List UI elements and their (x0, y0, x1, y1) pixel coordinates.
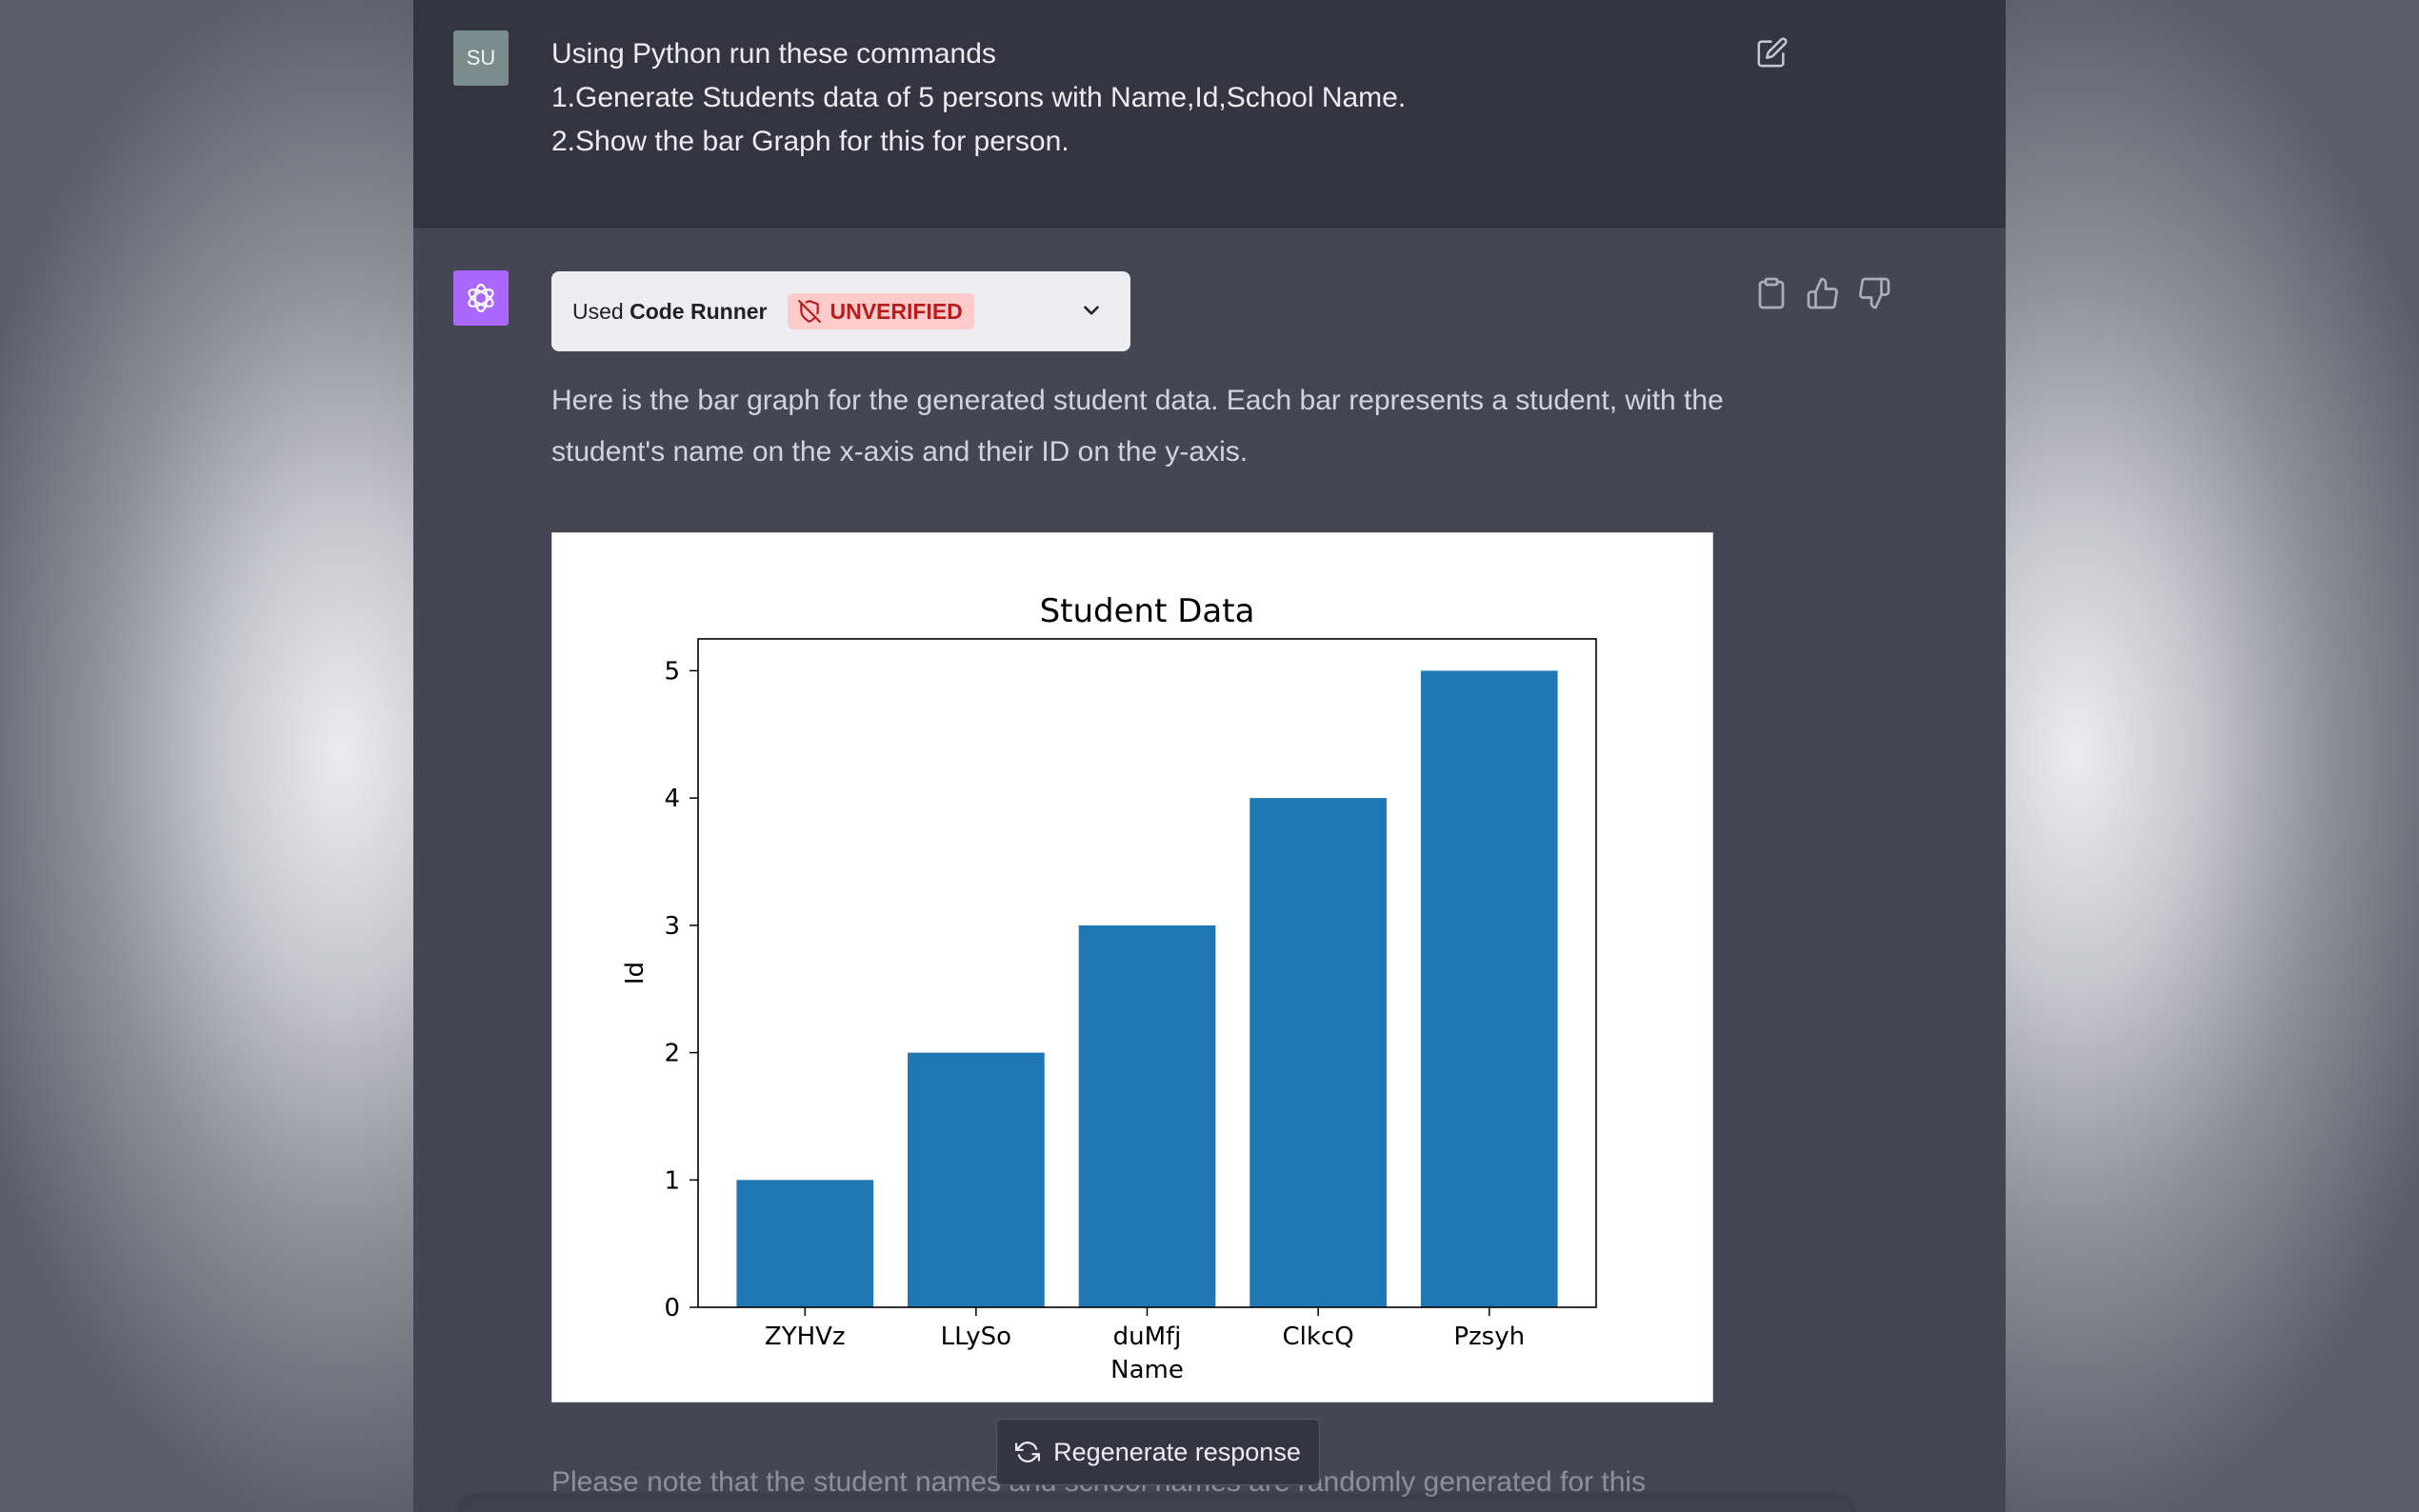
x-tick-label: duMfj (1113, 1323, 1182, 1351)
y-tick-label: 2 (664, 1040, 680, 1068)
message-actions (1754, 276, 1891, 310)
plugin-used-label: Used Code Runner (572, 298, 768, 324)
y-tick-label: 5 (664, 657, 680, 686)
y-tick-label: 3 (664, 912, 680, 941)
openai-logo-icon (468, 283, 494, 313)
copy-clipboard-icon[interactable] (1754, 276, 1789, 310)
message-input-area[interactable] (461, 1499, 1851, 1512)
unverified-badge: UNVERIFIED (788, 293, 974, 329)
assistant-message-line: student's name on the x-axis and their I… (551, 436, 1249, 468)
chart-bar (1249, 798, 1387, 1307)
assistant-message-line: Here is the bar graph for the generated … (551, 385, 1724, 416)
y-tick-label: 0 (664, 1294, 680, 1323)
background-right (2006, 0, 2419, 1512)
chart-title: Student Data (1040, 592, 1255, 630)
x-tick-label: Pzsyh (1453, 1323, 1525, 1351)
thumbs-up-icon[interactable] (1806, 276, 1840, 310)
chart-bar (1420, 670, 1558, 1307)
assistant-message-text: Here is the bar graph for the generated … (551, 375, 1770, 478)
user-message-line: 2.Show the bar Graph for this for person… (551, 126, 1070, 157)
chat-thread: SU Using Python run these commands 1.Gen… (413, 0, 2006, 1512)
x-tick-label: ClkcQ (1283, 1323, 1354, 1351)
chart-bar (908, 1052, 1045, 1307)
refresh-icon (1015, 1442, 1041, 1462)
thumbs-down-icon[interactable] (1857, 276, 1891, 310)
bar-chart: Student Data ZYHVz LLySo duMfj ClkcQ Pzsyh 0 1 2… (621, 592, 1597, 1384)
chevron-down-icon[interactable] (1079, 298, 1104, 323)
shield-off-icon (798, 300, 822, 323)
user-message-line: Using Python run these commands (551, 38, 996, 70)
regenerate-response-button[interactable]: Regenerate response (996, 1419, 1320, 1485)
x-tick-label: LLySo (941, 1323, 1011, 1351)
chart-image: Student Data ZYHVz LLySo duMfj ClkcQ Pzsyh 0 1 2… (551, 532, 1713, 1403)
plugin-name: Code Runner (630, 298, 768, 324)
background-left (0, 0, 413, 1512)
user-message-text: Using Python run these commands 1.Genera… (551, 32, 1647, 164)
assistant-avatar (453, 270, 509, 326)
user-message-line: 1.Generate Students data of 5 persons wi… (551, 82, 1407, 113)
y-tick-label: 1 (664, 1166, 680, 1195)
chart-bar (736, 1180, 874, 1307)
y-axis-label: Id (621, 962, 650, 985)
plugin-usage-dropdown[interactable]: Used Code Runner UNVERIFIED (551, 271, 1130, 351)
user-message: SU Using Python run these commands 1.Gen… (413, 0, 2006, 228)
chart-bar (1078, 925, 1216, 1307)
edit-icon[interactable] (1756, 36, 1789, 69)
regenerate-label: Regenerate response (1053, 1437, 1301, 1466)
y-tick-label: 4 (664, 785, 680, 813)
user-avatar: SU (453, 30, 509, 86)
x-tick-label: ZYHVz (765, 1323, 846, 1351)
x-axis-label: Name (1110, 1356, 1184, 1384)
